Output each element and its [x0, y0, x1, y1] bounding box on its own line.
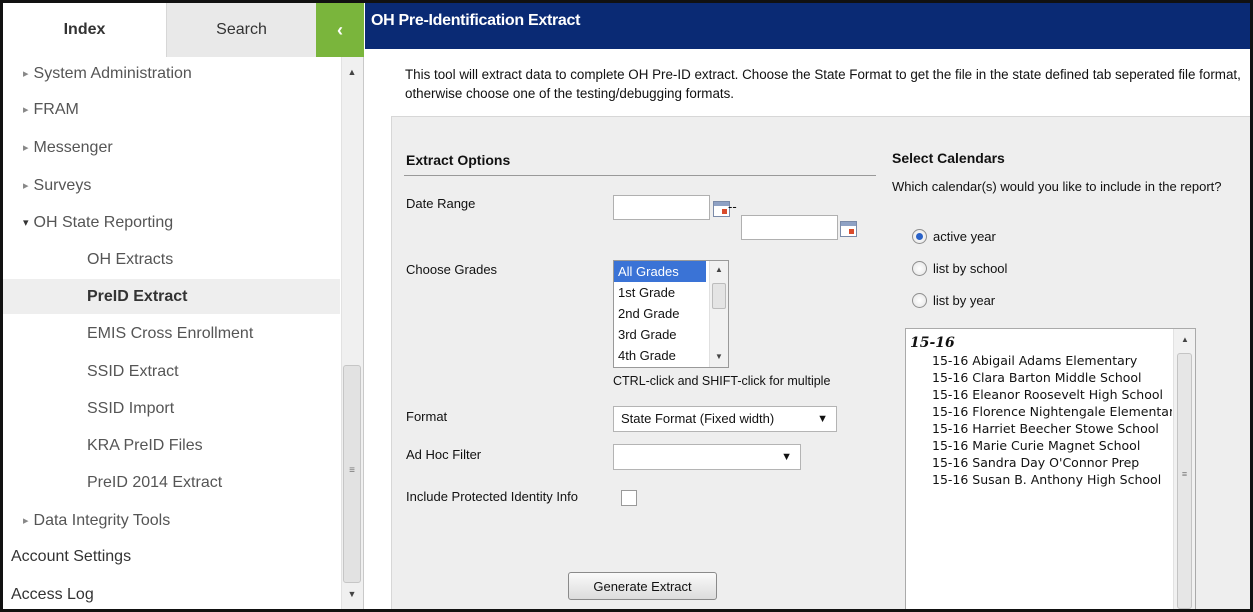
sidebar-item-messenger[interactable]: ▸ Messenger	[23, 139, 113, 157]
radio-active-year[interactable]: active year	[912, 229, 996, 244]
protected-identity-label: Include Protected Identity Info	[406, 489, 578, 504]
scroll-up-arrow-icon[interactable]: ▲	[1176, 335, 1194, 344]
section-divider	[404, 175, 876, 176]
page-title: OH Pre-Identification Extract	[371, 12, 581, 29]
grades-scrollbar[interactable]: ▲ ▼	[709, 261, 728, 367]
sidebar-item-label: FRAM	[33, 101, 79, 118]
intro-text: This tool will extract data to complete …	[405, 67, 1241, 101]
sidebar-item-fram[interactable]: ▸ FRAM	[23, 101, 79, 119]
sidebar-item-oh-extracts[interactable]: OH Extracts	[87, 251, 173, 269]
expand-arrow-icon: ▸	[23, 68, 29, 80]
calendar-option[interactable]: 15-16 Abigail Adams Elementary	[910, 352, 1172, 369]
scroll-down-arrow-icon[interactable]: ▼	[341, 589, 363, 603]
grade-option[interactable]: 3rd Grade	[614, 324, 706, 345]
radio-button-checked[interactable]	[912, 229, 927, 244]
date-start-input[interactable]	[613, 195, 710, 220]
radio-label: list by school	[933, 261, 1008, 276]
expand-arrow-icon: ▸	[23, 515, 29, 527]
title-bar: OH Pre-Identification Extract	[365, 3, 1250, 49]
date-range-separator: --	[728, 199, 737, 214]
calendar-option[interactable]: 15-16 Florence Nightengale Elementary	[910, 403, 1172, 420]
sidebar-item-access-log[interactable]: Access Log	[11, 586, 94, 604]
select-calendars-question: Which calendar(s) would you like to incl…	[892, 179, 1222, 194]
sidebar-item-preid-2014-extract[interactable]: PreID 2014 Extract	[87, 474, 222, 492]
extract-options-heading: Extract Options	[406, 152, 511, 168]
sidebar-item-label: Messenger	[33, 139, 113, 156]
ad-hoc-filter-select[interactable]: ▼	[613, 444, 801, 470]
sidebar-item-emis-cross-enrollment[interactable]: EMIS Cross Enrollment	[87, 325, 253, 343]
chevron-left-icon: ‹	[337, 19, 343, 40]
radio-label: active year	[933, 229, 996, 244]
collapse-sidebar-button[interactable]: ‹	[316, 3, 364, 57]
radio-label: list by year	[933, 293, 996, 308]
sidebar-item-label: OH State Reporting	[33, 214, 174, 231]
sidebar-item-system-administration[interactable]: ▸ System Administration	[23, 65, 192, 83]
sidebar-item-oh-state-reporting[interactable]: ▾ OH State Reporting	[23, 214, 173, 232]
radio-list-by-school[interactable]: list by school	[912, 261, 1007, 276]
calendar-option[interactable]: 15-16 Susan B. Anthony High School	[910, 471, 1172, 488]
sidebar-item-preid-extract[interactable]: PreID Extract	[87, 288, 188, 306]
radio-list-by-year[interactable]: list by year	[912, 293, 995, 308]
date-range-label: Date Range	[406, 196, 476, 211]
calendar-option[interactable]: 15-16 Harriet Beecher Stowe School	[910, 420, 1172, 437]
scroll-up-arrow-icon[interactable]: ▲	[341, 67, 363, 81]
grip-icon: ≡	[349, 465, 355, 476]
caret-down-icon: ▼	[817, 413, 828, 425]
grade-option[interactable]: 4th Grade	[614, 345, 706, 366]
sidebar-item-ssid-extract[interactable]: SSID Extract	[87, 363, 179, 381]
caret-down-icon: ▼	[781, 451, 792, 463]
calendar-list[interactable]: 15-16 15-16 Abigail Adams Elementary 15-…	[905, 328, 1196, 609]
extract-form: Extract Options Date Range -- Choose Gra…	[391, 116, 1250, 609]
scroll-down-arrow-icon[interactable]: ▼	[710, 352, 728, 361]
expand-arrow-icon: ▸	[23, 104, 29, 116]
format-label: Format	[406, 409, 448, 424]
calendar-list-scrollbar[interactable]: ▲ ≡	[1173, 329, 1195, 609]
grades-scroll-thumb[interactable]	[712, 283, 726, 309]
calendar-option[interactable]: 15-16 Eleanor Roosevelt High School	[910, 386, 1172, 403]
calendar-icon[interactable]	[840, 221, 857, 237]
calendar-option[interactable]: 15-16 Sandra Day O'Connor Prep	[910, 454, 1172, 471]
tab-index[interactable]: Index	[3, 3, 166, 57]
radio-button[interactable]	[912, 293, 927, 308]
sidebar-item-surveys[interactable]: ▸ Surveys	[23, 177, 91, 195]
expand-arrow-icon: ▸	[23, 142, 29, 154]
sidebar: Index Search ‹ ▸ System Administration ▸ F…	[3, 3, 364, 609]
generate-extract-button[interactable]: Generate Extract	[568, 572, 717, 600]
grade-option[interactable]: 2nd Grade	[614, 303, 706, 324]
sidebar-item-account-settings[interactable]: Account Settings	[11, 548, 131, 566]
radio-button[interactable]	[912, 261, 927, 276]
sidebar-item-label: Surveys	[33, 177, 92, 194]
calendar-list-content: 15-16 15-16 Abigail Adams Elementary 15-…	[910, 335, 1172, 488]
sidebar-item-label: Data Integrity Tools	[33, 512, 171, 529]
sidebar-tabs: Index Search ‹	[3, 3, 364, 57]
calendar-option[interactable]: 15-16 Clara Barton Middle School	[910, 369, 1172, 386]
protected-identity-checkbox[interactable]	[621, 490, 637, 506]
expand-arrow-icon: ▸	[23, 180, 29, 192]
main-panel: OH Pre-Identification Extract This tool …	[365, 3, 1250, 609]
grip-icon: ≡	[1181, 469, 1188, 479]
scroll-up-arrow-icon[interactable]: ▲	[710, 265, 728, 274]
format-select[interactable]: State Format (Fixed width) ▼	[613, 406, 837, 432]
grades-multiselect[interactable]: All Grades 1st Grade 2nd Grade 3rd Grade…	[613, 260, 729, 368]
calendar-scroll-thumb[interactable]	[1177, 353, 1192, 609]
grade-option[interactable]: All Grades	[614, 261, 706, 282]
select-calendars-heading: Select Calendars	[892, 150, 1005, 166]
collapse-arrow-icon: ▾	[23, 217, 29, 229]
sidebar-item-data-integrity-tools[interactable]: ▸ Data Integrity Tools	[23, 512, 170, 530]
sidebar-item-ssid-import[interactable]: SSID Import	[87, 400, 174, 418]
tab-search[interactable]: Search	[166, 3, 316, 57]
app-frame: Index Search ‹ ▸ System Administration ▸ F…	[0, 0, 1253, 612]
sidebar-item-kra-preid-files[interactable]: KRA PreID Files	[87, 437, 203, 455]
calendar-option[interactable]: 15-16 Marie Curie Magnet School	[910, 437, 1172, 454]
ad-hoc-filter-label: Ad Hoc Filter	[406, 447, 482, 462]
format-select-value: State Format (Fixed width)	[621, 411, 775, 426]
date-end-input[interactable]	[741, 215, 838, 240]
sidebar-item-label: System Administration	[33, 65, 192, 82]
calendar-year-group: 15-16	[910, 335, 955, 351]
multiselect-hint: CTRL-click and SHIFT-click for multiple	[613, 374, 831, 388]
grade-option[interactable]: 1st Grade	[614, 282, 706, 303]
choose-grades-label: Choose Grades	[406, 262, 498, 277]
